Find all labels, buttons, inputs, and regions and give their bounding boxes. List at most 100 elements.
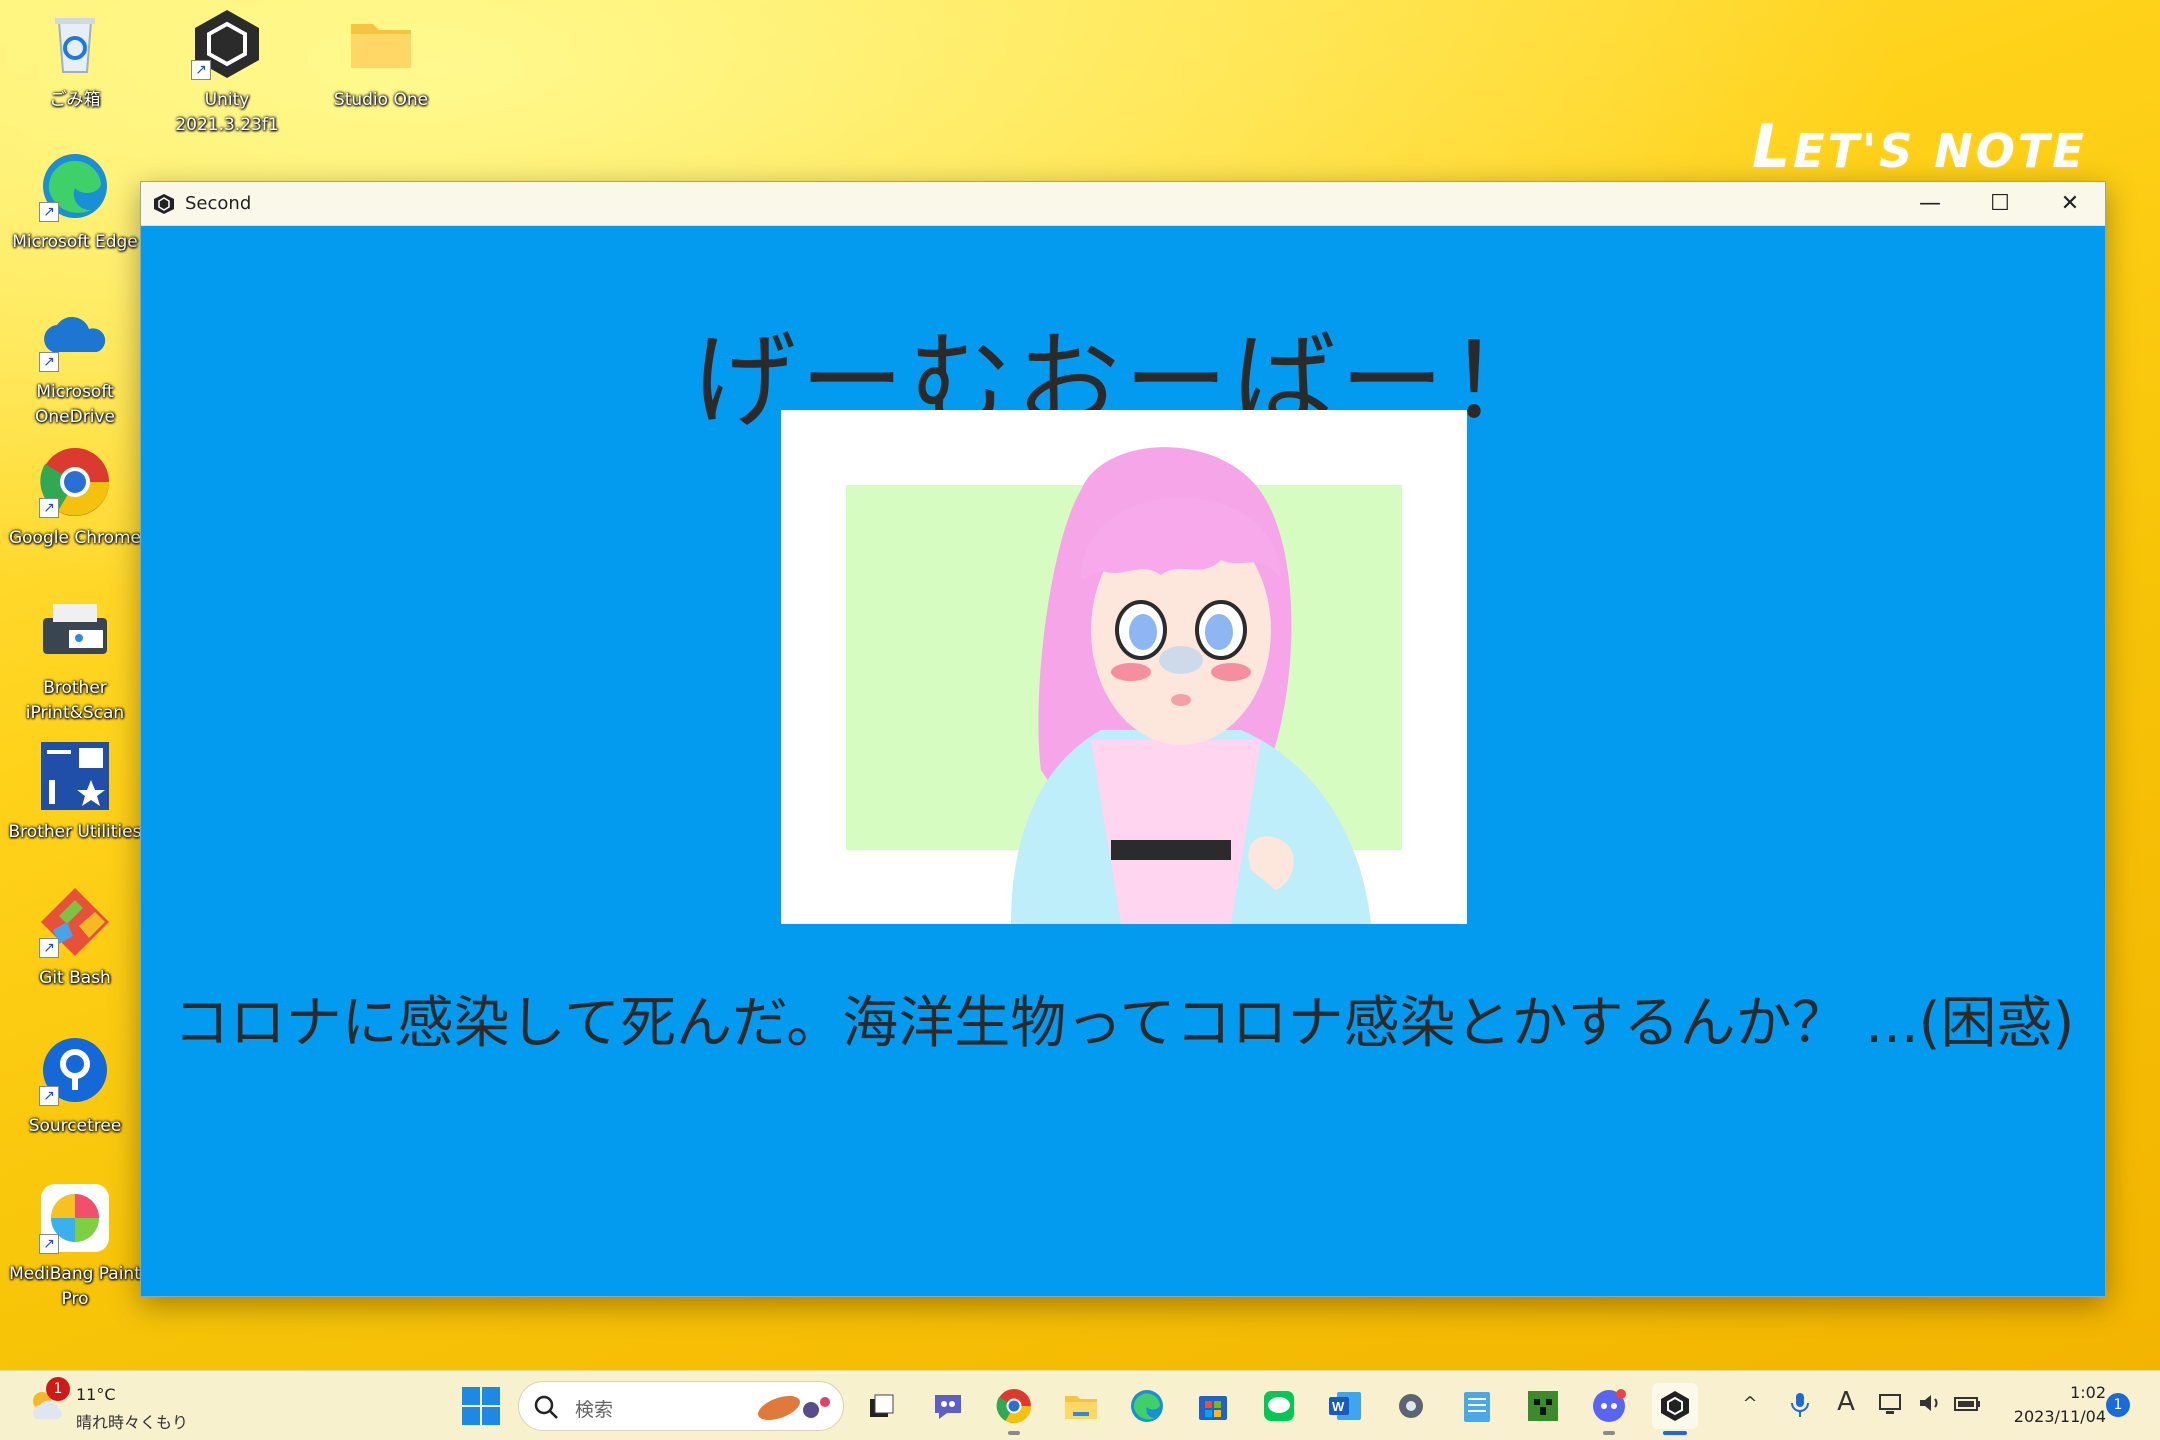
taskbar-edge[interactable]: [1124, 1383, 1170, 1429]
search-input[interactable]: 検索: [518, 1381, 844, 1431]
taskbar-chat[interactable]: [925, 1383, 971, 1429]
shortcut-arrow-icon: ↗: [39, 352, 59, 372]
taskbar-clock[interactable]: 1:02 2023/11/04: [2000, 1381, 2106, 1429]
weather-badge: 1: [46, 1377, 70, 1401]
taskbar-file-explorer[interactable]: [1058, 1383, 1104, 1429]
desktop-icon-label: Google Chrome: [8, 528, 142, 548]
taskbar-notepad[interactable]: [1454, 1383, 1500, 1429]
printer-scanner-icon: [39, 596, 111, 668]
edge-icon: [1131, 1390, 1163, 1422]
clock-date: 2023/11/04: [2013, 1407, 2106, 1426]
line-icon: [1264, 1391, 1294, 1421]
weather-temperature: 11°C: [76, 1385, 116, 1404]
clock-time: 1:02: [2070, 1383, 2106, 1402]
desktop-icon-label: Unity 2021.3.23f1: [175, 90, 279, 135]
gear-icon: [1399, 1394, 1423, 1418]
microphone-icon[interactable]: [1784, 1391, 1816, 1423]
desktop-icon-edge[interactable]: ↗ Microsoft Edge: [0, 150, 150, 255]
git-bash-icon: ↗: [39, 886, 111, 958]
folder-icon: [1065, 1396, 1097, 1419]
desktop-icon-studio-one[interactable]: Studio One: [306, 8, 456, 113]
discord-icon: [1593, 1389, 1626, 1422]
desktop-icon-label: ごみ箱: [49, 90, 101, 110]
desktop-icon-git-bash[interactable]: ↗ Git Bash: [0, 886, 150, 991]
shortcut-arrow-icon: ↗: [39, 202, 59, 222]
maximize-button[interactable]: ☐: [1965, 182, 2035, 226]
game-viewport[interactable]: げーむおーばー！ コロナに感染して死んだ。海洋生物ってコロナ感染とかするんか？ …: [141, 226, 2105, 1298]
tray-overflow-chevron[interactable]: ^: [1734, 1393, 1766, 1425]
windows-logo-icon: [462, 1387, 500, 1425]
window-titlebar[interactable]: Second — ☐ ✕: [141, 182, 2105, 226]
taskbar-microsoft-store[interactable]: [1190, 1383, 1236, 1429]
app-window-second: Second — ☐ ✕ げーむおーばー！ コロナに感染して死んだ。海洋生物って…: [140, 181, 2106, 1297]
taskbar-settings[interactable]: [1388, 1383, 1434, 1429]
notification-count-badge[interactable]: 1: [2106, 1393, 2130, 1417]
taskbar-chrome[interactable]: [991, 1383, 1037, 1435]
weather-widget[interactable]: 1 11°C 晴れ時々くもり: [24, 1377, 204, 1433]
chrome-icon: ↗: [39, 446, 111, 518]
desktop-icon-onedrive[interactable]: ↗ Microsoft OneDrive: [0, 300, 150, 430]
desktop-icon-label: Microsoft Edge: [12, 232, 138, 252]
desktop-icon-unity[interactable]: ↗ Unity 2021.3.23f1: [152, 8, 302, 138]
shortcut-arrow-icon: ↗: [191, 60, 211, 80]
search-placeholder: 検索: [575, 1399, 614, 1421]
taskbar-word[interactable]: W: [1322, 1383, 1368, 1429]
folder-icon: [345, 8, 417, 80]
volume-icon[interactable]: [1914, 1391, 1946, 1423]
unity-icon: ↗: [191, 8, 263, 80]
taskbar-unity[interactable]: [1652, 1383, 1698, 1435]
running-indicator: [1603, 1431, 1615, 1435]
weather-condition: 晴れ時々くもり: [76, 1413, 189, 1432]
svg-text:W: W: [1332, 1399, 1345, 1414]
task-view-icon: [870, 1394, 894, 1417]
taskbar-line[interactable]: [1256, 1383, 1302, 1429]
desktop-icon-recycle-bin[interactable]: ごみ箱: [0, 8, 150, 113]
desktop-icon-label: Brother iPrint&Scan: [25, 678, 125, 723]
taskbar-task-view[interactable]: [858, 1383, 904, 1429]
notepad-icon: [1464, 1392, 1490, 1422]
network-icon[interactable]: [1876, 1391, 1908, 1423]
brother-utilities-icon: [39, 740, 111, 812]
desktop-icon-label: Microsoft OneDrive: [35, 382, 115, 427]
sourcetree-icon: ↗: [39, 1034, 111, 1106]
taskbar-minecraft[interactable]: [1520, 1383, 1566, 1429]
desktop-icon-label: Brother Utilities: [8, 822, 142, 842]
desktop-icon-label: Studio One: [333, 90, 429, 110]
desktop-icon-label: Git Bash: [39, 968, 111, 988]
shortcut-arrow-icon: ↗: [39, 938, 59, 958]
shortcut-arrow-icon: ↗: [39, 1086, 59, 1106]
shortcut-arrow-icon: ↗: [39, 498, 59, 518]
ime-indicator[interactable]: A: [1830, 1387, 1862, 1419]
shortcut-arrow-icon: ↗: [39, 1234, 59, 1254]
window-title: Second: [185, 193, 252, 214]
medibang-icon: ↗: [39, 1182, 111, 1254]
close-button[interactable]: ✕: [2035, 182, 2105, 226]
taskbar-discord[interactable]: [1586, 1383, 1632, 1435]
minecraft-icon: [1528, 1391, 1558, 1421]
search-highlight-art-icon: [753, 1390, 833, 1424]
desktop-icon-chrome[interactable]: ↗ Google Chrome: [0, 446, 150, 551]
taskbar: 1 11°C 晴れ時々くもり 検索 W ^ A 1:02 2023/11/04 …: [0, 1370, 2160, 1440]
desktop-icon-medibang[interactable]: ↗ MediBang Paint Pro: [0, 1182, 150, 1312]
desktop-icon-label: Sourcetree: [28, 1116, 122, 1136]
battery-icon[interactable]: [1952, 1391, 1984, 1423]
game-over-message: コロナに感染して死んだ。海洋生物ってコロナ感染とかするんか？ ...(困惑): [173, 991, 2075, 1056]
desktop-icon-sourcetree[interactable]: ↗ Sourcetree: [0, 1034, 150, 1139]
onedrive-cloud-icon: ↗: [39, 300, 111, 372]
edge-icon: ↗: [39, 150, 111, 222]
desktop-icon-label: MediBang Paint Pro: [9, 1264, 141, 1309]
character-illustration: [781, 410, 1467, 924]
chat-icon: [935, 1395, 961, 1419]
store-icon: [1199, 1396, 1227, 1420]
recycle-bin-icon: [39, 8, 111, 80]
chrome-icon: [996, 1389, 1031, 1423]
start-button[interactable]: [460, 1385, 502, 1427]
desktop-icon-brother-utilities[interactable]: Brother Utilities: [0, 740, 150, 845]
unity-icon: [1661, 1391, 1689, 1421]
running-indicator: [1008, 1431, 1020, 1435]
desktop-icon-brother-iprint[interactable]: Brother iPrint&Scan: [0, 596, 150, 726]
word-icon: W: [1329, 1392, 1361, 1420]
minimize-button[interactable]: —: [1895, 182, 1965, 226]
unity-app-icon: [153, 193, 175, 215]
brand-logo: LET'S NOTE: [1752, 112, 2087, 182]
